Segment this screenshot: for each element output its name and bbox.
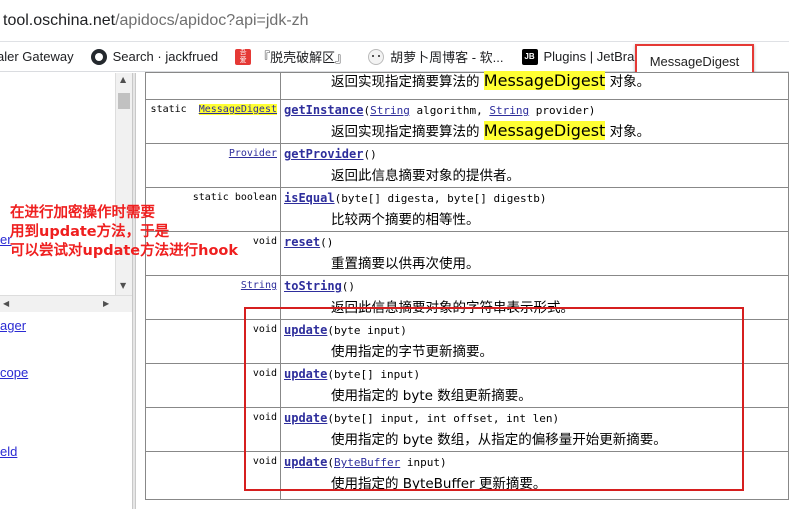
class-link[interactable]: cope (0, 365, 28, 380)
scroll-right-icon[interactable]: ▶ (103, 299, 109, 308)
type-link[interactable]: Provider (229, 148, 277, 159)
method-signature: reset() (284, 235, 788, 252)
method-row: static MessageDigest getInstance(String a… (145, 99, 789, 144)
method-modifier: static MessageDigest (145, 99, 281, 144)
modifier-text: static (150, 104, 187, 115)
vertical-scrollbar[interactable]: ▲ ▼ (115, 73, 132, 295)
method-name-link[interactable]: toString (284, 279, 342, 293)
annotation-line: 可以尝试对update方法进行hook (10, 243, 239, 259)
bookmark-crack-forum[interactable]: 吾爱 『脱壳破解区』 (235, 42, 349, 71)
type-link[interactable]: MessageDigest (198, 104, 277, 115)
scroll-up-icon[interactable]: ▲ (120, 75, 126, 84)
url-path: /apidocs/apidoc?api=jdk-zh (115, 11, 309, 29)
method-row: 返回实现指定摘要算法的 MessageDigest 对象。 (145, 70, 789, 100)
type-link[interactable]: String (370, 104, 410, 117)
horizontal-scrollbar[interactable]: ◀ ▶ (0, 295, 132, 312)
description-text: 返回此信息摘要对象的提供者。 (331, 168, 520, 184)
annotation-line: 在进行加密操作时需要 (10, 205, 155, 221)
bookmark-gateway[interactable]: aler Gateway (0, 42, 74, 71)
search-highlight: MessageDigest (483, 71, 606, 90)
annotation-note: 在进行加密操作时需要 用到update方法，于是 可以尝试对update方法进行… (10, 204, 238, 261)
method-name-link[interactable]: getInstance (284, 103, 363, 117)
bookmark-blog[interactable]: 胡萝卜周博客 - 软... (368, 42, 504, 71)
method-signature: getInstance(String algorithm, String pro… (284, 103, 788, 120)
method-description: 返回实现指定摘要算法的 MessageDigest 对象。 (284, 70, 788, 90)
type-link[interactable]: String (489, 104, 529, 117)
method-modifier: Provider (145, 143, 281, 188)
method-signature-cell: getInstance(String algorithm, String pro… (280, 99, 789, 144)
bookmark-label: 『脱壳破解区』 (257, 50, 349, 65)
method-row: static boolean isEqual(byte[] digesta, by… (145, 187, 789, 232)
update-methods-highlight-box (244, 307, 744, 491)
method-description: 重置摘要以供再次使用。 (284, 252, 788, 272)
address-bar[interactable]: tool.oschina.net/apidocs/apidoc?api=jdk-… (0, 0, 789, 42)
param-text: provider) (529, 104, 596, 117)
param-text: (byte[] digesta, byte[] digestb) (334, 192, 547, 205)
url-text[interactable]: tool.oschina.net/apidocs/apidoc?api=jdk-… (0, 12, 309, 30)
modifier-text: static boolean (192, 192, 277, 203)
description-text: 比较两个摘要的相等性。 (331, 212, 480, 228)
method-description: 比较两个摘要的相等性。 (284, 208, 788, 228)
bookmark-label: Search · jackfrued (112, 49, 219, 64)
method-signature: toString() (284, 279, 788, 296)
avatar-icon (368, 48, 385, 65)
method-signature-cell: 返回实现指定摘要算法的 MessageDigest 对象。 (280, 70, 789, 100)
search-highlight: MessageDigest (483, 121, 606, 140)
url-host: tool.oschina.net (3, 11, 116, 29)
method-signature-cell: getProvider() 返回此信息摘要对象的提供者。 (280, 143, 789, 188)
description-text: 重置摘要以供再次使用。 (331, 256, 480, 272)
method-row: void reset() 重置摘要以供再次使用。 (145, 231, 789, 276)
description-text: 返回实现指定摘要算法的 (331, 124, 480, 140)
github-icon (90, 48, 107, 65)
method-name-link[interactable]: getProvider (284, 147, 363, 161)
description-text: 对象。 (609, 124, 651, 140)
method-signature-cell: isEqual(byte[] digesta, byte[] digestb) 比… (280, 187, 789, 232)
param-text: () (320, 236, 334, 249)
method-row: Provider getProvider() 返回此信息摘要对象的提供者。 (145, 143, 789, 188)
method-description: 返回实现指定摘要算法的 MessageDigest 对象。 (284, 120, 788, 140)
class-link[interactable]: eld (0, 444, 17, 459)
method-name-link[interactable]: reset (284, 235, 320, 249)
method-description: 返回此信息摘要对象的提供者。 (284, 164, 788, 184)
bookmark-label: 胡萝卜周博客 - 软... (390, 50, 504, 65)
param-text: algorithm, (409, 104, 490, 117)
type-link[interactable]: String (241, 280, 277, 291)
bookmark-github-search[interactable]: Search · jackfrued (90, 42, 219, 71)
method-signature-cell: reset() 重置摘要以供再次使用。 (280, 231, 789, 276)
class-link[interactable]: ager (0, 318, 26, 333)
scrollbar-thumb[interactable] (118, 93, 130, 109)
jetbrains-icon: JB (521, 48, 538, 65)
param-text: () (341, 280, 356, 293)
scroll-down-icon[interactable]: ▼ (120, 281, 126, 290)
bookmark-label: aler Gateway (0, 49, 74, 64)
class-list-frame[interactable] (0, 73, 132, 509)
method-modifier (145, 72, 281, 100)
param-text: () (363, 148, 377, 161)
description-text: 对象。 (609, 74, 651, 90)
method-signature: getProvider() (284, 147, 788, 164)
method-signature: isEqual(byte[] digesta, byte[] digestb) (284, 191, 788, 208)
method-name-link[interactable]: isEqual (284, 191, 335, 205)
scroll-left-icon[interactable]: ◀ (3, 299, 9, 308)
modifier-text: void (252, 236, 277, 247)
description-text: 返回实现指定摘要算法的 (331, 74, 480, 90)
bookmark-jetbrains[interactable]: JB Plugins | JetBrains (521, 42, 651, 71)
annotation-line: 用到update方法，于是 (10, 224, 170, 240)
seal-icon: 吾爱 (235, 48, 252, 65)
